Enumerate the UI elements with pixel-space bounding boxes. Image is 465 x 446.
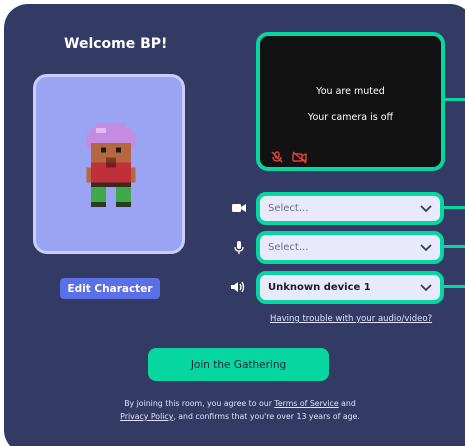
chevron-down-icon — [420, 204, 432, 217]
chevron-down-icon — [420, 243, 432, 256]
camera-select[interactable]: Select... — [256, 192, 444, 225]
edit-character-button[interactable]: Edit Character — [60, 278, 160, 299]
video-preview: You are muted Your camera is off — [256, 32, 445, 171]
privacy-policy-link[interactable]: Privacy Policy — [120, 412, 173, 421]
camera-select-value: Select... — [268, 203, 309, 214]
welcome-title: Welcome BP! — [64, 36, 168, 52]
microphone-select-value: Select... — [268, 242, 309, 253]
speaker-icon — [230, 280, 246, 296]
camera-off-text: Your camera is off — [307, 112, 394, 123]
speaker-select[interactable]: Unknown device 1 — [256, 271, 444, 304]
microphone-icon — [233, 240, 249, 256]
av-trouble-link[interactable]: Having trouble with your audio/video? — [270, 314, 440, 324]
chevron-down-icon — [420, 283, 432, 296]
join-gathering-button[interactable]: Join the Gathering — [148, 348, 329, 381]
terms-notice: By joining this room, you agree to our T… — [120, 399, 360, 421]
camera-off-icon[interactable] — [292, 150, 308, 169]
microphone-connector — [444, 245, 465, 248]
speaker-select-value: Unknown device 1 — [268, 282, 371, 293]
video-camera-icon — [231, 201, 247, 217]
muted-text: You are muted — [316, 86, 385, 97]
speaker-connector — [444, 285, 465, 288]
terms-of-service-link[interactable]: Terms of Service — [274, 399, 338, 408]
avatar-card — [33, 74, 185, 254]
microphone-select[interactable]: Select... — [256, 231, 444, 264]
mic-off-icon[interactable] — [270, 150, 284, 169]
camera-connector — [444, 206, 465, 209]
preview-connector — [445, 98, 465, 101]
character-sprite — [86, 123, 136, 207]
